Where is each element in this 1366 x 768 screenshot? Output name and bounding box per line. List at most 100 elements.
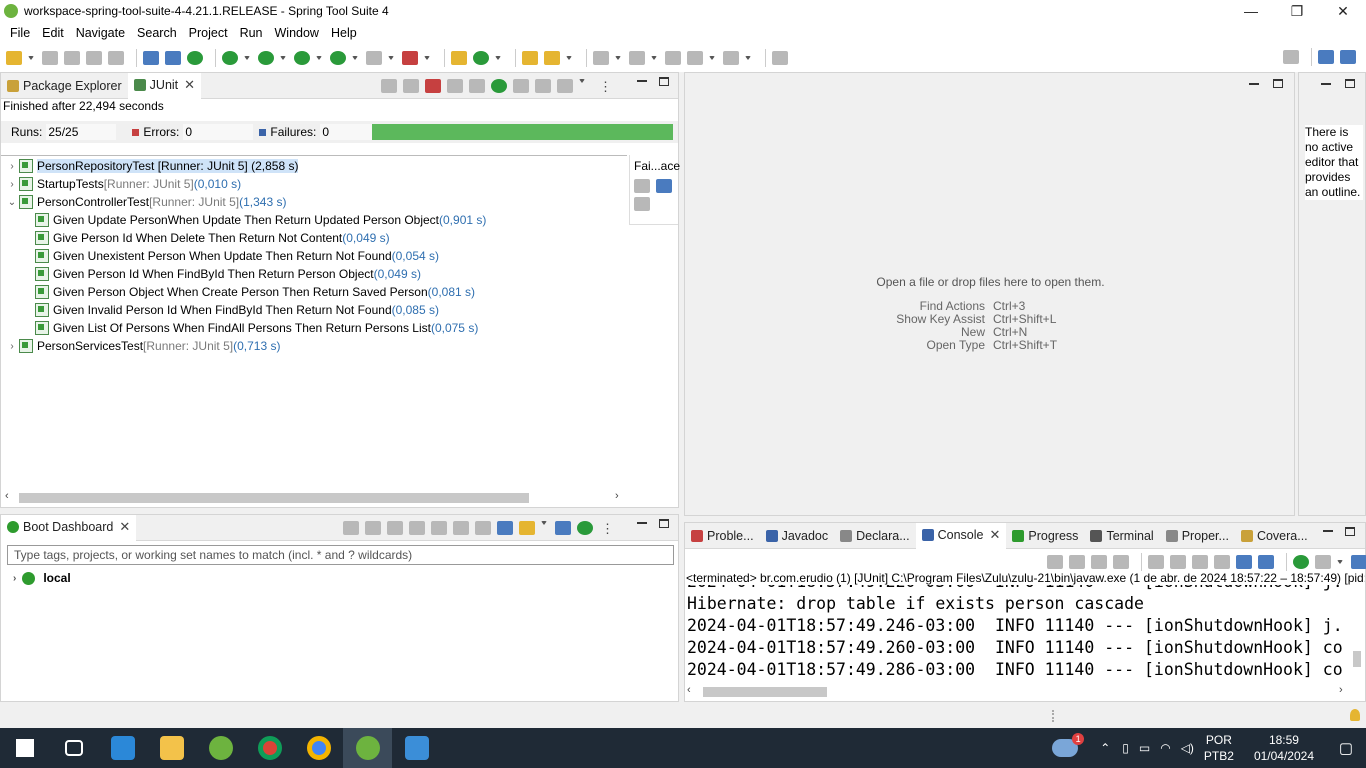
dropdown-icon[interactable] xyxy=(709,56,715,60)
new-class-icon[interactable] xyxy=(473,51,489,65)
vscode-icon[interactable] xyxy=(98,728,147,768)
minimize-button[interactable]: — xyxy=(1228,3,1274,19)
test-case-row[interactable]: Given Invalid Person Id When FindById Th… xyxy=(35,301,439,319)
compare-result-icon[interactable] xyxy=(634,179,650,193)
remove-all-icon[interactable] xyxy=(1091,555,1107,569)
bulb-icon[interactable] xyxy=(519,521,535,535)
dropdown-icon[interactable] xyxy=(579,79,585,83)
close-icon[interactable]: ✕ xyxy=(184,77,195,93)
terminal-toolbar-icon[interactable] xyxy=(143,51,159,65)
scroll-thumb[interactable] xyxy=(703,687,827,697)
filter-stack-icon[interactable] xyxy=(656,179,672,193)
show-stdout-icon[interactable] xyxy=(1192,555,1208,569)
tab-package-explorer[interactable]: Package Explorer xyxy=(1,73,128,99)
dropdown-icon[interactable] xyxy=(651,56,657,60)
last-edit-icon[interactable] xyxy=(665,51,681,65)
minimize-view-icon[interactable] xyxy=(637,80,647,82)
word-wrap-icon[interactable] xyxy=(1170,555,1186,569)
open-perspective-icon[interactable] xyxy=(1318,50,1334,64)
maximize-editor-icon[interactable] xyxy=(1273,79,1283,88)
dropdown-icon[interactable] xyxy=(280,56,286,60)
tab-progress[interactable]: Progress xyxy=(1006,523,1084,549)
maximize-view-icon[interactable] xyxy=(1345,79,1355,88)
show-failures-only-icon[interactable] xyxy=(425,79,441,93)
tree-horizontal-scrollbar[interactable]: ‹ › xyxy=(5,490,625,505)
tab-problems[interactable]: Proble... xyxy=(685,523,760,549)
dropdown-icon[interactable] xyxy=(1337,560,1343,564)
menu-edit[interactable]: Edit xyxy=(36,26,70,40)
rerun-test-icon[interactable] xyxy=(491,79,507,93)
clock[interactable]: 18:59 01/04/2024 xyxy=(1254,732,1314,764)
dropdown-icon[interactable] xyxy=(615,56,621,60)
dropdown-icon[interactable] xyxy=(28,56,34,60)
start-app-icon[interactable] xyxy=(343,521,359,535)
run-icon[interactable] xyxy=(258,51,274,65)
open-type-icon[interactable] xyxy=(522,51,538,65)
stop-icon[interactable] xyxy=(366,51,382,65)
volume-icon[interactable]: ◁) xyxy=(1181,741,1194,755)
navigate-icon[interactable] xyxy=(453,521,469,535)
save-icon[interactable] xyxy=(42,51,58,65)
expand-icon[interactable]: › xyxy=(5,161,19,172)
undo-icon[interactable] xyxy=(86,51,102,65)
close-icon[interactable]: ✕ xyxy=(990,527,1001,543)
add-icon[interactable] xyxy=(577,521,593,535)
rerun-failed-icon[interactable] xyxy=(513,79,529,93)
spring-tool-suite-active-icon[interactable] xyxy=(343,728,392,768)
previous-annotation-icon[interactable] xyxy=(629,51,645,65)
tab-declaration[interactable]: Declara... xyxy=(834,523,916,549)
test-case-row[interactable]: Given Update PersonWhen Update Then Retu… xyxy=(35,211,486,229)
expand-icon[interactable]: › xyxy=(13,573,16,584)
local-target[interactable]: › local xyxy=(13,571,71,585)
edit-icon[interactable] xyxy=(475,521,491,535)
scroll-left-icon[interactable]: ‹ xyxy=(5,490,9,502)
boot-filter-input[interactable]: Type tags, projects, or working set name… xyxy=(7,545,674,565)
java-perspective-icon[interactable] xyxy=(1340,50,1356,64)
new-icon[interactable] xyxy=(6,51,22,65)
task-view-icon[interactable] xyxy=(49,728,98,768)
display-selected-icon[interactable] xyxy=(1258,555,1274,569)
redo-icon[interactable] xyxy=(108,51,124,65)
clear-console-icon[interactable] xyxy=(1113,555,1129,569)
wifi-icon[interactable]: ◠ xyxy=(1160,741,1170,755)
tab-javadoc[interactable]: Javadoc xyxy=(760,523,835,549)
test-class-row[interactable]: › PersonServicesTest [Runner: JUnit 5] (0… xyxy=(5,337,280,355)
menu-project[interactable]: Project xyxy=(183,26,234,40)
menu-file[interactable]: File xyxy=(4,26,36,40)
run-last-icon[interactable] xyxy=(330,51,346,65)
open-task-icon[interactable] xyxy=(544,51,560,65)
console-vertical-scroll-thumb[interactable] xyxy=(1353,651,1361,667)
tab-terminal[interactable]: Terminal xyxy=(1084,523,1159,549)
view-menu-icon[interactable]: ⋮ xyxy=(601,521,614,537)
scroll-left-icon[interactable]: ‹ xyxy=(687,684,691,696)
scroll-lock-icon[interactable] xyxy=(447,79,463,93)
dropdown-icon[interactable] xyxy=(424,56,430,60)
test-case-row[interactable]: Given Unexistent Person When Update Then… xyxy=(35,247,439,265)
test-case-row[interactable]: Given Person Id When FindById Then Retur… xyxy=(35,265,421,283)
tab-junit[interactable]: JUnit ✕ xyxy=(127,72,202,99)
close-icon[interactable]: ✕ xyxy=(119,519,130,535)
back-icon[interactable] xyxy=(687,51,703,65)
device-icon[interactable]: ▯ xyxy=(1122,741,1129,755)
image-app-icon[interactable] xyxy=(392,728,441,768)
test-class-row[interactable]: › StartupTests [Runner: JUnit 5] (0,010 s… xyxy=(5,175,241,193)
file-explorer-icon[interactable] xyxy=(147,728,196,768)
save-all-icon[interactable] xyxy=(64,51,80,65)
battery-icon[interactable]: ▭ xyxy=(1139,741,1150,755)
dropdown-icon[interactable] xyxy=(541,521,547,525)
expand-icon[interactable]: › xyxy=(5,179,19,190)
tab-boot-dashboard[interactable]: Boot Dashboard ✕ xyxy=(1,514,137,541)
new-java-package-icon[interactable] xyxy=(451,51,467,65)
new-console-icon[interactable] xyxy=(1351,555,1366,569)
open-browser-icon[interactable] xyxy=(409,521,425,535)
skip-breakpoints-icon[interactable] xyxy=(165,51,181,65)
console-output[interactable]: 2024-04-01T18:57:49.220-03:00 INFO 11140… xyxy=(685,585,1353,685)
dropdown-icon[interactable] xyxy=(352,56,358,60)
forward-icon[interactable] xyxy=(723,51,739,65)
debug-app-icon[interactable] xyxy=(365,521,381,535)
debug-icon[interactable] xyxy=(222,51,238,65)
pin-editor-icon[interactable] xyxy=(772,51,788,65)
test-case-row[interactable]: Given List Of Persons When FindAll Perso… xyxy=(35,319,478,337)
minimize-view-icon[interactable] xyxy=(637,522,647,524)
menu-run[interactable]: Run xyxy=(234,26,269,40)
